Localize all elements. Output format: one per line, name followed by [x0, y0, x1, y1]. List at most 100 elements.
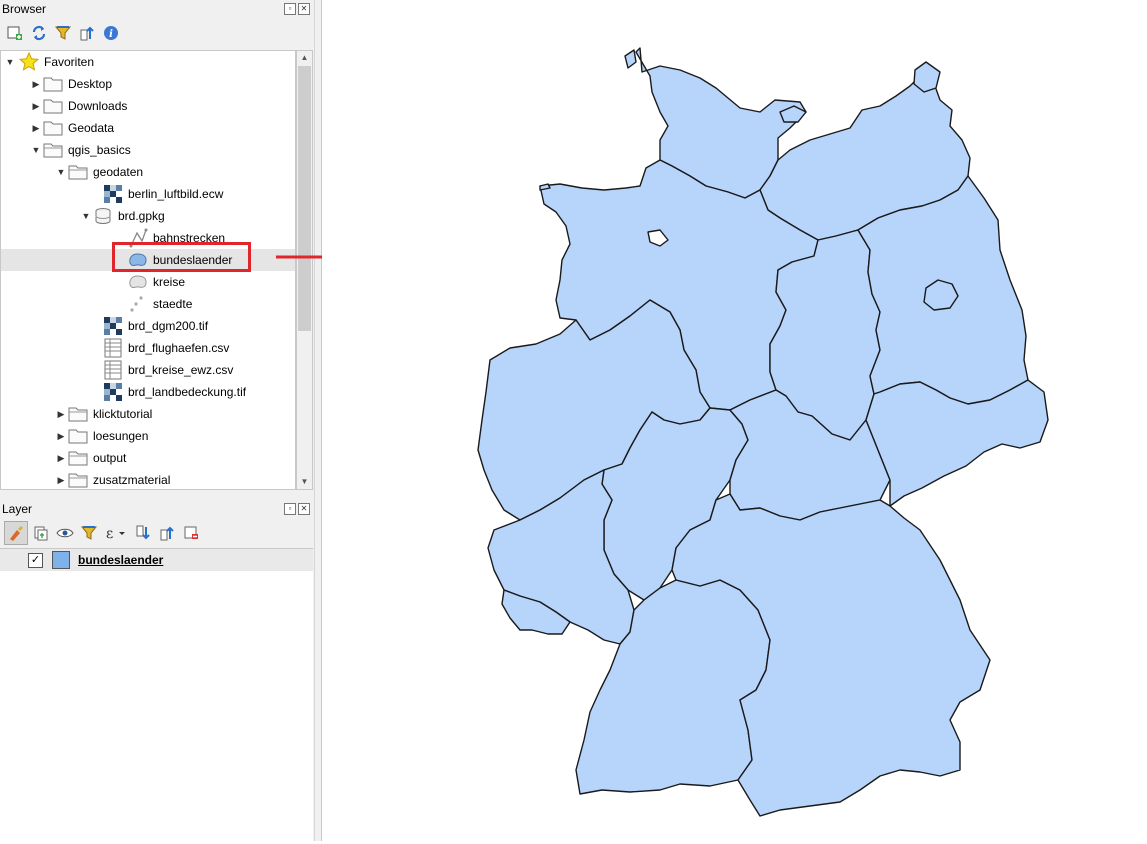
expand-all-icon[interactable] — [132, 522, 154, 544]
chevron-right-icon[interactable]: ▶ — [31, 123, 41, 134]
tree-item-brd-flughaefen[interactable]: brd_flughaefen.csv — [1, 337, 295, 359]
chevron-right-icon[interactable]: ▶ — [31, 79, 41, 90]
table-icon — [103, 360, 123, 380]
add-layer-icon[interactable] — [4, 22, 26, 44]
tree-item-label: Favoriten — [44, 55, 95, 69]
tree-item-label: berlin_luftbild.ecw — [128, 187, 224, 201]
eye-icon[interactable] — [54, 522, 76, 544]
tree-item-label: zusatzmaterial — [93, 473, 171, 487]
scroll-down-icon[interactable]: ▼ — [297, 475, 312, 489]
folder-icon — [68, 426, 88, 446]
tree-item-berlin-luftbild[interactable]: berlin_luftbild.ecw — [1, 183, 295, 205]
map-canvas[interactable] — [322, 0, 1147, 841]
tree-item-label: geodaten — [93, 165, 144, 179]
collapse-all-icon[interactable] — [156, 522, 178, 544]
layer-dock-buttons: ▫ ✕ — [284, 503, 310, 515]
tree-item-zusatzmaterial[interactable]: ▶ zusatzmaterial — [1, 469, 295, 489]
tree-item-kreise[interactable]: kreise — [1, 271, 295, 293]
layer-panel-title: Layer — [2, 502, 33, 516]
tree-item-brd-dgm200[interactable]: brd_dgm200.tif — [1, 315, 295, 337]
tree-item-favoriten[interactable]: ▼ Favoriten — [1, 51, 295, 73]
tree-item-klicktutorial[interactable]: ▶ klicktutorial — [1, 403, 295, 425]
polygon-layer-icon — [128, 272, 148, 292]
close-panel-button[interactable]: ✕ — [298, 3, 310, 15]
remove-layer-icon[interactable] — [180, 522, 202, 544]
tree-item-label: brd.gpkg — [118, 209, 165, 223]
tree-item-downloads[interactable]: ▶ Downloads — [1, 95, 295, 117]
chevron-down-icon[interactable]: ▼ — [31, 145, 41, 155]
tree-item-label: kreise — [153, 275, 186, 289]
raster-icon — [103, 316, 123, 336]
chevron-right-icon[interactable]: ▶ — [56, 409, 66, 420]
layer-tree[interactable]: ✓ bundeslaender — [0, 548, 313, 842]
browser-dock-buttons: ▫ ✕ — [284, 3, 310, 15]
tree-item-label: loesungen — [93, 429, 149, 443]
layer-visibility-checkbox[interactable]: ✓ — [28, 552, 43, 568]
layer-name: bundeslaender — [78, 553, 164, 567]
scrollbar-thumb[interactable] — [298, 66, 311, 331]
chevron-right-icon[interactable]: ▶ — [56, 431, 66, 442]
float-panel-button[interactable]: ▫ — [284, 3, 296, 15]
scroll-up-icon[interactable]: ▲ — [297, 51, 312, 65]
expression-icon[interactable]: ε — [102, 522, 130, 544]
folder-open-icon — [68, 404, 88, 424]
chevron-down-icon[interactable]: ▼ — [81, 211, 91, 221]
tree-item-brd-gpkg[interactable]: ▼ brd.gpkg — [1, 205, 295, 227]
svg-text:i: i — [109, 29, 113, 40]
tree-item-brd-landbedeckung[interactable]: brd_landbedeckung.tif — [1, 381, 295, 403]
folder-icon — [43, 118, 63, 138]
tree-item-label: klicktutorial — [93, 407, 153, 421]
tree-item-label: qgis_basics — [68, 143, 131, 157]
style-icon[interactable] — [4, 521, 28, 545]
chevron-right-icon[interactable]: ▶ — [56, 475, 66, 486]
folder-open-icon — [43, 140, 63, 160]
refresh-icon[interactable] — [28, 22, 50, 44]
tree-item-brd-kreise-ewz[interactable]: brd_kreise_ewz.csv — [1, 359, 295, 381]
filter-icon[interactable] — [78, 522, 100, 544]
folder-icon — [43, 96, 63, 116]
layer-item-bundeslaender[interactable]: ✓ bundeslaender — [0, 549, 313, 571]
tree-item-label: Geodata — [68, 121, 115, 135]
browser-panel-title: Browser — [2, 2, 47, 16]
dock-splitter[interactable] — [314, 0, 322, 841]
island-ruegen — [913, 61, 941, 93]
chevron-right-icon[interactable]: ▶ — [56, 453, 66, 464]
folder-open-icon — [68, 162, 88, 182]
tree-item-label: output — [93, 451, 127, 465]
layer-toolbar: ε — [0, 521, 202, 545]
folder-open-icon — [68, 470, 88, 489]
tree-item-loesungen[interactable]: ▶ loesungen — [1, 425, 295, 447]
tree-item-label: staedte — [153, 297, 193, 311]
close-panel-button[interactable]: ✕ — [298, 503, 310, 515]
chevron-down-icon[interactable]: ▼ — [56, 167, 66, 177]
float-panel-button[interactable]: ▫ — [284, 503, 296, 515]
folder-icon — [43, 74, 63, 94]
chevron-down-icon[interactable]: ▼ — [5, 57, 15, 67]
geopackage-icon — [93, 206, 113, 226]
chevron-right-icon[interactable]: ▶ — [31, 101, 41, 112]
tree-item-geodaten[interactable]: ▼ geodaten — [1, 161, 295, 183]
tree-item-label: brd_kreise_ewz.csv — [128, 363, 234, 377]
germany-map — [477, 47, 1049, 817]
tree-item-label: Desktop — [68, 77, 113, 91]
table-icon — [103, 338, 123, 358]
filter-icon[interactable] — [52, 22, 74, 44]
collapse-all-icon[interactable] — [76, 22, 98, 44]
star-icon — [19, 52, 39, 72]
tree-item-output[interactable]: ▶ output — [1, 447, 295, 469]
info-icon[interactable]: i — [100, 22, 122, 44]
tree-item-staedte[interactable]: staedte — [1, 293, 295, 315]
tree-item-qgis-basics[interactable]: ▼ qgis_basics — [1, 139, 295, 161]
raster-icon — [103, 382, 123, 402]
add-group-icon[interactable] — [30, 522, 52, 544]
point-layer-icon — [128, 294, 148, 314]
island-north — [624, 49, 637, 69]
tree-item-geodata[interactable]: ▶ Geodata — [1, 117, 295, 139]
folder-open-icon — [68, 448, 88, 468]
highlight-box — [112, 242, 251, 272]
layer-symbol-swatch[interactable] — [52, 551, 70, 569]
tree-item-label: Downloads — [68, 99, 128, 113]
browser-toolbar: i — [0, 21, 122, 45]
tree-item-desktop[interactable]: ▶ Desktop — [1, 73, 295, 95]
tree-item-label: brd_dgm200.tif — [128, 319, 209, 333]
